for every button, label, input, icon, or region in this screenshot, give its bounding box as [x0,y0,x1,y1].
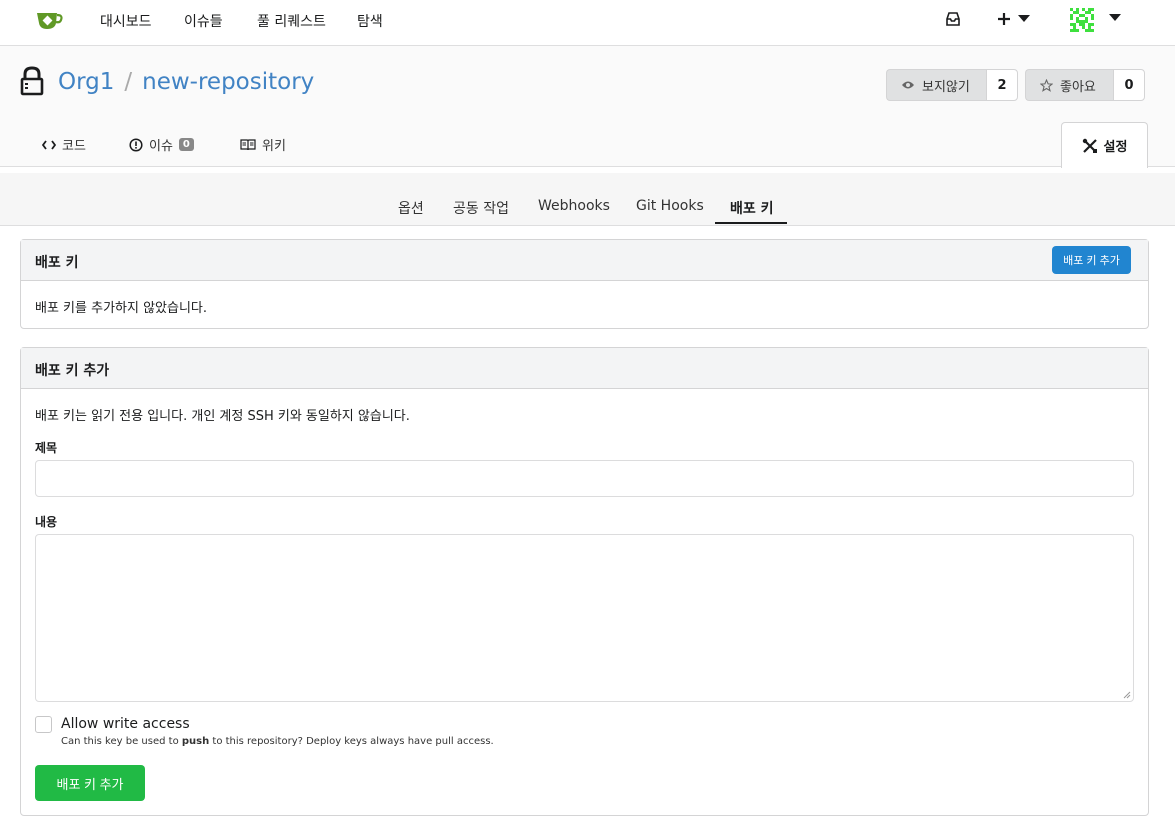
repo-owner-link[interactable]: Org1 [58,69,114,95]
avatar-caret-down-icon[interactable] [1109,14,1121,22]
write-access-help-after: to this repository? Deploy keys always h… [209,736,494,747]
repo-header: Org1 / new-repository 보지않기 2 좋아요 0 코드 이슈 0… [0,46,1175,168]
submenu-active-indicator [715,222,787,224]
book-icon [240,138,256,150]
tab-wiki-label: 위키 [262,139,286,154]
repo-separator: / [124,69,133,95]
title-field-label: 제목 [35,441,58,455]
nav-pull-requests[interactable]: 풀 리퀘스트 [257,11,326,31]
top-navbar: 대시보드 이슈들 풀 리퀘스트 탐색 [0,0,1175,46]
code-icon [42,139,56,150]
write-access-help-bold: push [181,736,210,747]
settings-submenu: 옵션 공동 작업 Webhooks Git Hooks 배포 키 [0,173,1175,226]
add-deploy-key-button[interactable]: 배포 키 추가 [1052,246,1131,274]
tab-settings-label: 설정 [1103,140,1128,155]
tab-issues[interactable]: 이슈 0 [129,135,194,154]
issues-count-badge: 0 [178,138,194,151]
nav-issues[interactable]: 이슈들 [184,11,223,31]
gitea-logo-icon[interactable] [35,9,63,31]
content-textarea[interactable] [35,534,1134,702]
plus-icon[interactable] [997,12,1011,26]
lock-icon [20,66,44,96]
tab-code[interactable]: 코드 [42,135,86,154]
unwatch-button[interactable]: 보지않기 [886,69,986,101]
write-access-checkbox[interactable] [35,716,52,733]
submenu-options[interactable]: 옵션 [398,198,424,218]
title-input[interactable] [35,460,1134,497]
nav-explore[interactable]: 탐색 [357,11,383,31]
avatar[interactable] [1070,8,1094,32]
star-label: 좋아요 [1060,79,1096,95]
submenu-git-hooks[interactable]: Git Hooks [636,198,704,214]
tab-issues-label: 이슈 [149,139,173,154]
submenu-webhooks[interactable]: Webhooks [538,198,610,214]
add-deploy-key-description: 배포 키는 읽기 전용 입니다. 개인 계정 SSH 키와 동일하지 않습니다. [35,409,410,424]
write-access-help: Can this key be used to push to this rep… [61,736,494,747]
nav-dashboard[interactable]: 대시보드 [100,11,152,31]
star-icon [1040,78,1053,92]
deploy-keys-title: 배포 키 [35,255,79,271]
tab-settings[interactable]: 설정 [1061,122,1148,168]
content-field-label: 내용 [35,515,58,529]
star-button[interactable]: 좋아요 [1025,69,1113,101]
repo-title: Org1 / new-repository [58,69,314,95]
submenu-deploy-keys[interactable]: 배포 키 [730,198,774,218]
unwatch-label: 보지않기 [922,79,970,95]
deploy-keys-panel: 배포 키 배포 키 추가 배포 키를 추가하지 않았습니다. [20,239,1149,329]
deploy-keys-empty-text: 배포 키를 추가하지 않았습니다. [35,301,208,316]
resize-handle-icon[interactable] [1123,691,1131,699]
tab-code-label: 코드 [62,139,86,154]
repo-tabs: 코드 이슈 0 위키 설정 [0,122,1175,168]
watch-button-group: 보지않기 2 [886,69,1018,101]
star-count[interactable]: 0 [1113,69,1145,101]
inbox-icon[interactable] [946,12,960,26]
add-deploy-key-header: 배포 키 추가 [21,348,1148,389]
tools-icon [1082,138,1097,153]
submit-deploy-key-button[interactable]: 배포 키 추가 [35,765,145,801]
deploy-keys-header: 배포 키 배포 키 추가 [21,240,1148,281]
write-access-help-before: Can this key be used to [61,736,182,747]
tab-wiki[interactable]: 위키 [240,135,286,154]
star-button-group: 좋아요 0 [1025,69,1145,101]
watch-count[interactable]: 2 [986,69,1018,101]
add-deploy-key-title: 배포 키 추가 [35,363,110,379]
submenu-collaboration[interactable]: 공동 작업 [453,198,509,218]
repo-name-link[interactable]: new-repository [142,69,314,95]
issue-opened-icon [129,137,143,152]
write-access-label[interactable]: Allow write access [61,716,190,732]
eye-icon [902,81,914,89]
caret-down-icon[interactable] [1018,15,1030,23]
add-deploy-key-panel: 배포 키 추가 배포 키는 읽기 전용 입니다. 개인 계정 SSH 키와 동일… [20,347,1149,816]
